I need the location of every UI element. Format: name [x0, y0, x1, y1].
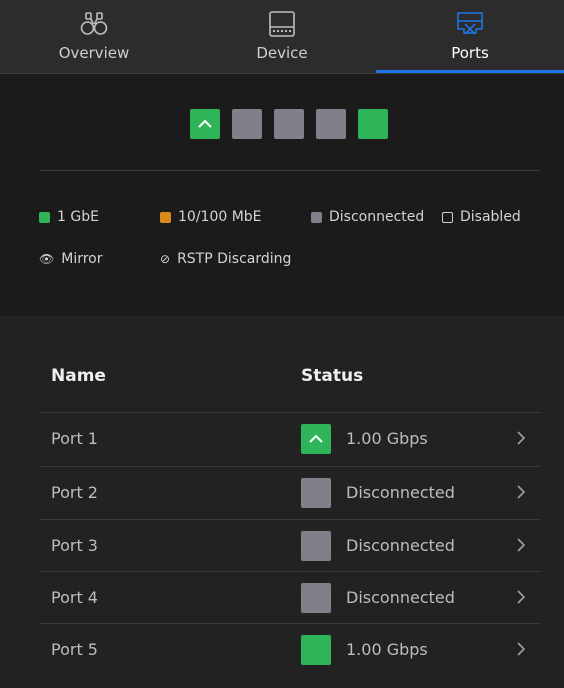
gbe-swatch — [39, 211, 50, 223]
tab-overview[interactable]: Overview — [0, 0, 188, 73]
eye-icon: 👁 — [39, 252, 55, 266]
port-status-indicator — [301, 583, 331, 613]
uplink-icon — [198, 119, 212, 128]
legend-item-10-100mbe: 10/100 MbE — [160, 209, 262, 225]
tab-device[interactable]: Device — [188, 0, 376, 73]
tab-ports[interactable]: Ports — [376, 0, 564, 73]
ports-table: Name Status Port 1 1.00 Gbps Port 2 Disc… — [0, 316, 564, 688]
legend-item-mirror: 👁 Mirror — [39, 251, 102, 267]
chevron-right-icon[interactable] — [516, 641, 526, 657]
tab-label: Device — [256, 44, 308, 62]
port-status-indicator — [301, 478, 331, 508]
summary-divider — [39, 170, 540, 171]
chevron-right-icon[interactable] — [516, 484, 526, 500]
port-status-text: Disconnected — [346, 483, 455, 502]
mbe-swatch — [160, 211, 171, 223]
column-header-status: Status — [301, 366, 364, 386]
port-strip — [190, 109, 400, 139]
port-name: Port 5 — [51, 640, 98, 659]
port-name: Port 3 — [51, 536, 98, 555]
disabled-swatch — [442, 211, 453, 223]
legend-item-disabled: Disabled — [442, 209, 521, 225]
legend-item-1gbe: 1 GbE — [39, 209, 99, 225]
chevron-right-icon[interactable] — [516, 589, 526, 605]
tab-label: Ports — [451, 44, 489, 62]
port-name: Port 1 — [51, 429, 98, 448]
table-row[interactable]: Port 5 1.00 Gbps — [39, 623, 540, 676]
table-row[interactable]: Port 4 Disconnected — [39, 571, 540, 624]
port-status-indicator — [301, 424, 331, 454]
port-summary-panel: 1 GbE 10/100 MbE Disconnected Disabled 👁… — [0, 74, 564, 316]
port-name: Port 4 — [51, 588, 98, 607]
port-status-indicator — [301, 635, 331, 665]
port-indicator-3[interactable] — [274, 109, 304, 139]
ports-icon — [457, 12, 483, 35]
table-row[interactable]: Port 1 1.00 Gbps — [39, 412, 540, 465]
tab-label: Overview — [58, 44, 130, 62]
legend-label: Disabled — [460, 209, 521, 225]
legend-label: Disconnected — [329, 209, 425, 225]
legend-label: 10/100 MbE — [178, 209, 262, 225]
legend-item-disconnected: Disconnected — [311, 209, 424, 225]
port-indicator-2[interactable] — [232, 109, 262, 139]
port-status-text: Disconnected — [346, 588, 455, 607]
table-row[interactable]: Port 3 Disconnected — [39, 519, 540, 572]
prohibited-icon: ⊘ — [160, 252, 171, 266]
binoculars-icon — [80, 12, 108, 35]
column-header-name: Name — [51, 366, 106, 386]
port-status-text: Disconnected — [346, 536, 455, 555]
chevron-right-icon[interactable] — [516, 537, 526, 553]
chevron-right-icon[interactable] — [516, 430, 526, 446]
port-indicator-4[interactable] — [316, 109, 346, 139]
disconnected-swatch — [311, 211, 322, 223]
port-name: Port 2 — [51, 483, 98, 502]
legend-label: Mirror — [61, 251, 103, 267]
device-icon — [269, 11, 295, 37]
legend-item-rstp: ⊘ RSTP Discarding — [160, 251, 291, 267]
port-status-text: 1.00 Gbps — [346, 640, 428, 659]
legend-label: 1 GbE — [57, 209, 99, 225]
tab-bar: Overview Device Ports — [0, 0, 564, 74]
uplink-icon — [309, 434, 323, 443]
port-status-text: 1.00 Gbps — [346, 429, 428, 448]
port-indicator-5[interactable] — [358, 109, 388, 139]
port-status-indicator — [301, 531, 331, 561]
port-indicator-1[interactable] — [190, 109, 220, 139]
legend-label: RSTP Discarding — [177, 251, 292, 267]
active-tab-indicator — [376, 70, 564, 73]
table-row[interactable]: Port 2 Disconnected — [39, 466, 540, 519]
